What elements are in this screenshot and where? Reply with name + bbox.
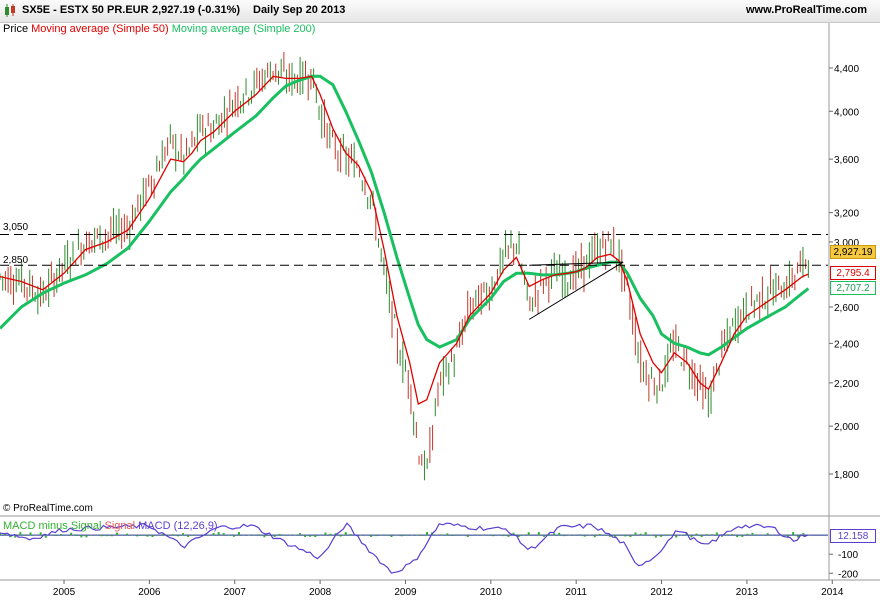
last-ma200-box: 2,707.2 (830, 281, 876, 295)
y-tick-label: 1,800 (834, 470, 859, 481)
y-tick-label: 2,200 (834, 379, 859, 390)
y-tick-label: 2,600 (834, 303, 859, 314)
legend-price: Price (3, 23, 29, 35)
legend-signal: Signal (104, 520, 136, 532)
legend-hist: MACD minus Signal (3, 520, 102, 532)
x-tick-label: 2012 (650, 587, 673, 598)
symbol-title: SX5E - ESTX 50 PR.EUR (22, 4, 149, 16)
y-tick-label: 3,200 (834, 209, 859, 220)
macd-legend: MACD minus Signal Signal MACD (12,26,9) (3, 520, 218, 532)
axes: 4,4004,0003,6003,2003,0002,6002,4002,200… (0, 22, 880, 598)
y-tick-label: 4,000 (834, 107, 859, 118)
legend-ma50: Moving average (Simple 50) (31, 23, 169, 35)
site-link[interactable]: www.ProRealTime.com (746, 4, 867, 16)
x-tick-label: 2008 (309, 587, 332, 598)
x-tick-label: 2010 (480, 587, 503, 598)
y-tick-label: 4,400 (834, 64, 859, 75)
y-tick-label: 2,000 (834, 422, 859, 433)
legend-ma200: Moving average (Simple 200) (171, 23, 316, 35)
chart-canvas: -100-200 4,4004,0003,6003,2003,0002,6002… (0, 22, 880, 598)
last-price-box: 2,927.19 (830, 245, 876, 259)
x-tick-label: 2006 (138, 587, 161, 598)
ma200-line (0, 74, 810, 357)
hline-label-3050: 3,050 (3, 222, 29, 233)
copyright: © ProRealTime.com (3, 503, 93, 514)
last-ma50-box: 2,795.4 (830, 266, 876, 280)
last-macd-box: 12.158 (830, 529, 876, 543)
x-tick-label: 2013 (736, 587, 759, 598)
hline-label-2850: 2,850 (3, 255, 29, 266)
macd-y-tick-label: -100 (838, 550, 858, 561)
legend-macd: MACD (12,26,9) (138, 520, 218, 532)
x-tick-label: 2014 (821, 587, 844, 598)
ma200-series (0, 74, 810, 357)
y-tick-label: 2,400 (834, 339, 859, 350)
period-date: Daily Sep 20 2013 (253, 4, 346, 16)
x-tick-label: 2005 (53, 587, 76, 598)
x-tick-label: 2009 (394, 587, 417, 598)
macd-y-tick-label: -200 (838, 569, 858, 580)
price-legend: Price Moving average (Simple 50) Moving … (3, 23, 315, 35)
candlestick-icon (5, 4, 15, 17)
price-change: 2,927.19 (-0.31%) (152, 4, 241, 16)
horizontal-lines (0, 233, 828, 320)
x-tick-label: 2007 (224, 587, 247, 598)
y-tick-label: 3,600 (834, 155, 859, 166)
price-series (0, 51, 809, 481)
title-bar: SX5E - ESTX 50 PR.EUR 2,927.19 (-0.31%) … (0, 0, 880, 23)
x-tick-label: 2011 (565, 587, 587, 598)
